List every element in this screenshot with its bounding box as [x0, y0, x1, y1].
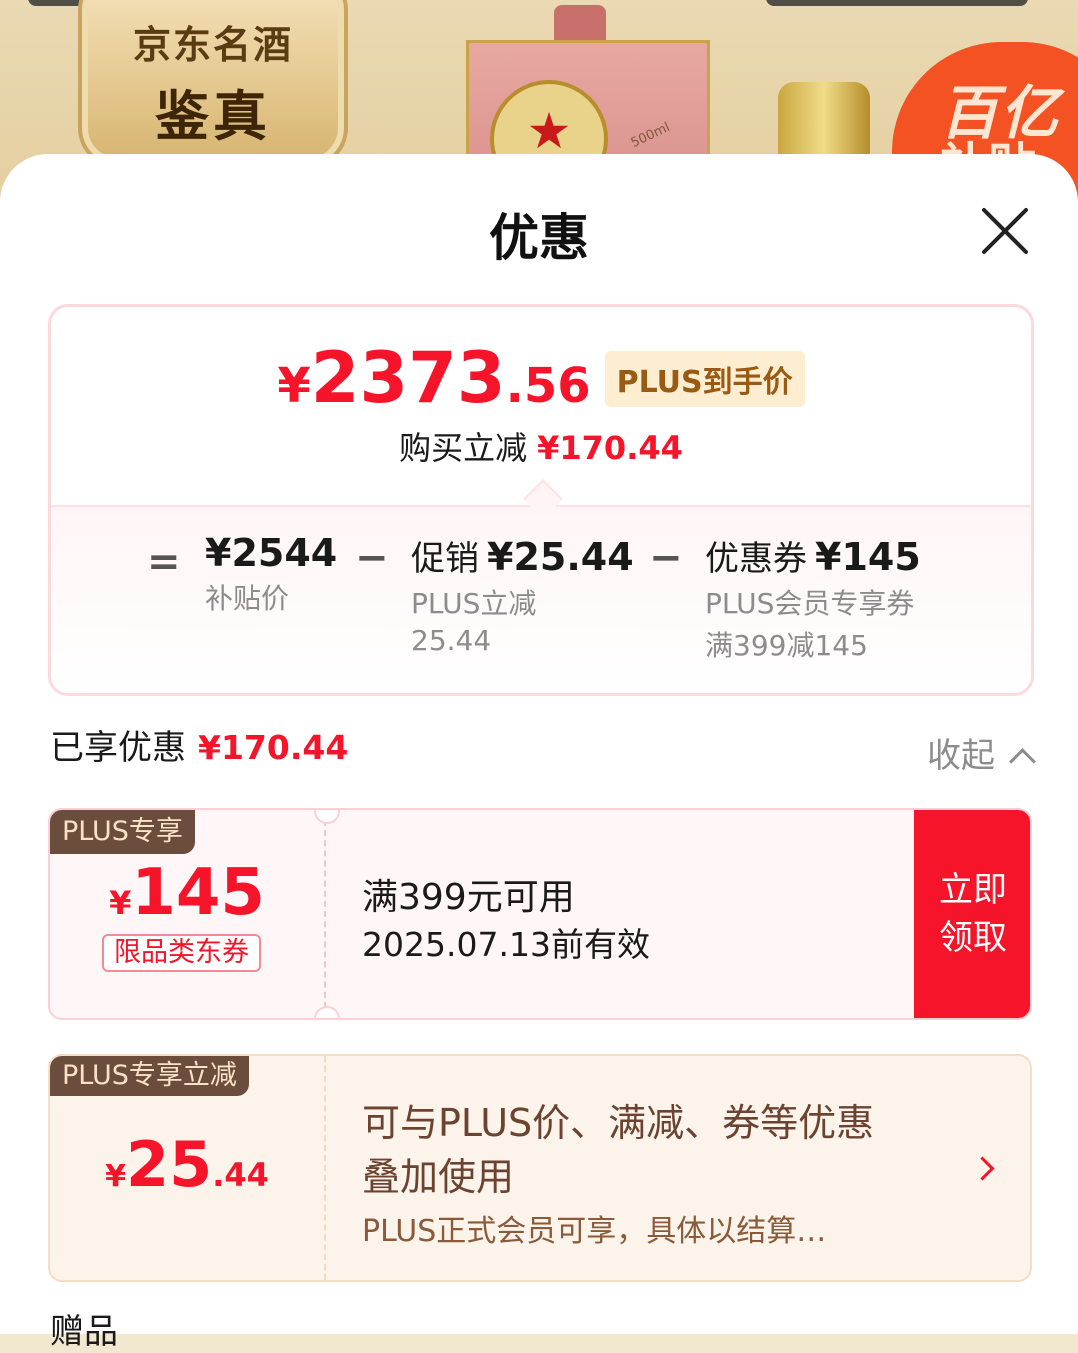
close-icon[interactable] — [978, 204, 1032, 258]
ticket-punch-top — [314, 810, 340, 824]
discount-decimal: .44 — [212, 1156, 269, 1194]
coupon-card-plus: PLUS专享 ¥145 限品类东券 满399元可用 2025.07.13前有效 … — [48, 808, 1032, 1020]
coupon-currency: ¥ — [109, 884, 132, 922]
plus-instant-discount-card[interactable]: PLUS专享立减 ¥25.44 可与PLUS价、满减、券等优惠 叠加使用 PLU… — [48, 1054, 1032, 1282]
price-summary-card: ¥ 2373 .56 PLUS到手价 购买立减 ¥170.44 = ¥2544 补… — [48, 304, 1034, 696]
coupon-value: 145 — [131, 856, 265, 930]
breakdown-main: ¥2544 — [205, 531, 337, 575]
enjoyed-amount: ¥170.44 — [198, 728, 349, 767]
discount-currency: ¥ — [105, 1159, 126, 1194]
price-breakdown: = ¥2544 补贴价 − 促销 ¥25.44 PLUS立减 25.44 − 优惠… — [51, 505, 1031, 693]
minus-sign: − — [649, 535, 683, 581]
claim-coupon-button[interactable]: 立即领取 — [914, 810, 1030, 1018]
chevron-right-icon — [970, 1156, 995, 1181]
coupon-tag: PLUS专享立减 — [50, 1056, 249, 1096]
breakdown-sub: 补贴价 — [205, 582, 290, 615]
badge-line2: 鉴真 — [155, 85, 271, 148]
breakdown-sub2: 满399减145 — [705, 629, 868, 662]
discount-desc-line1: 可与PLUS价、满减、券等优惠 — [362, 1101, 875, 1145]
breakdown-coupon: 优惠券 ¥145 PLUS会员专享券 满399减145 — [705, 531, 921, 664]
badge-line1: 京东名酒 — [132, 23, 293, 67]
breakdown-sub: PLUS会员专享券 — [705, 587, 915, 620]
enjoyed-label: 已享优惠 — [50, 728, 186, 768]
collapse-button[interactable]: 收起 — [927, 728, 1036, 777]
breakdown-label: 促销 — [411, 539, 479, 579]
breakdown-sub2: 25.44 — [411, 624, 492, 657]
instant-discount-row: 购买立减 ¥170.44 — [51, 423, 1031, 469]
enjoyed-discount: 已享优惠 ¥170.44 — [50, 720, 348, 769]
instant-discount-label: 购买立减 — [399, 429, 528, 467]
jd-authentic-badge: 京东名酒 鉴真 — [78, 0, 348, 168]
discount-integer: 25 — [125, 1128, 213, 1201]
next-section-title: 赠品 — [50, 1312, 118, 1352]
ticket-punch-bottom — [314, 1006, 340, 1018]
final-price: ¥ 2373 .56 PLUS到手价 — [51, 337, 1031, 419]
discount-amount: ¥25.44 — [50, 1128, 324, 1201]
breakdown-main: 优惠券 ¥145 — [705, 531, 921, 580]
collapse-label: 收起 — [927, 736, 995, 776]
breakdown-main: 促销 ¥25.44 — [411, 531, 634, 580]
coupon-tag: PLUS专享 — [50, 810, 195, 854]
breakdown-value: ¥25.44 — [487, 535, 634, 579]
coupon-amount: ¥145 — [50, 856, 324, 930]
plus-price-tag: PLUS到手价 — [604, 351, 805, 407]
claim-button-label: 立即领取 — [939, 870, 1007, 958]
breakdown-subsidy-price: ¥2544 补贴价 — [205, 531, 337, 617]
coupon-type-badge: 限品类东券 — [102, 934, 261, 972]
breakdown-sub: PLUS立减 — [411, 587, 537, 620]
coupon-condition: 满399元可用 — [362, 877, 575, 918]
price-currency: ¥ — [277, 358, 311, 414]
breakdown-value: ¥145 — [815, 535, 921, 579]
coupon-divider — [324, 820, 326, 1008]
minus-sign: − — [355, 535, 389, 581]
breakdown-value: ¥2544 — [205, 531, 338, 575]
sheet-title: 优惠 — [489, 209, 589, 267]
price-integer: 2373 — [310, 337, 506, 419]
instant-discount-amount: ¥170.44 — [537, 429, 683, 467]
discount-sheet: 优惠 ¥ 2373 .56 PLUS到手价 购买立减 ¥170.44 = ¥254… — [0, 154, 1078, 1352]
coupon-divider — [324, 1056, 326, 1280]
price-decimal: .56 — [505, 358, 591, 414]
status-bar-pill-right — [766, 0, 1028, 6]
breakdown-promotion: 促销 ¥25.44 PLUS立减 25.44 — [411, 531, 634, 657]
discount-desc-line2: 叠加使用 — [362, 1155, 515, 1199]
breakdown-label: 优惠券 — [705, 539, 807, 579]
coupon-validity: 2025.07.13前有效 — [362, 925, 650, 964]
chevron-up-icon — [1009, 748, 1036, 775]
equals-sign: = — [147, 539, 181, 585]
discount-note: PLUS正式会员可享，具体以结算… — [362, 1214, 827, 1249]
